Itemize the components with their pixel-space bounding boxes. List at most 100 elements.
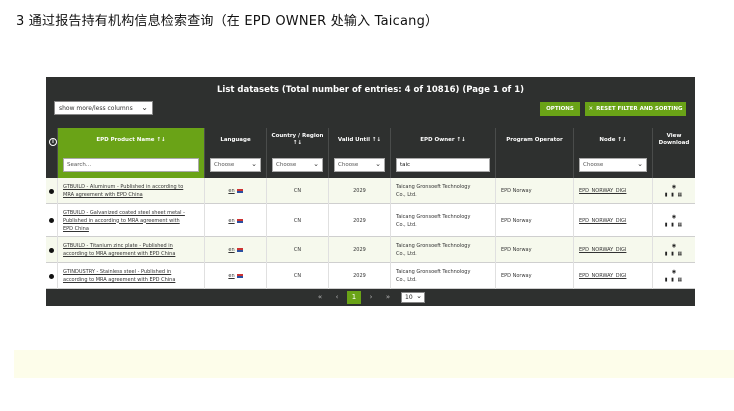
node-link[interactable]: EPD_NORWAY_DIGI (574, 204, 653, 237)
download-icons[interactable]: ▮ ▮ ▦ (665, 222, 683, 228)
country-cell: CN (267, 204, 329, 237)
row-select-radio[interactable] (46, 178, 58, 204)
reset-filter-button[interactable]: ✕ RESET FILTER AND SORTING (585, 102, 686, 116)
row-select-radio[interactable] (46, 263, 58, 289)
column-product-name-label: EPD Product Name ↑↓ (96, 137, 166, 143)
column-node-label: Node ↑↓ (599, 137, 627, 143)
chevron-down-icon: ⌄ (637, 160, 643, 168)
eye-icon[interactable]: ◉ (672, 243, 676, 249)
chevron-down-icon: ⌄ (313, 160, 319, 168)
node-link[interactable]: EPD_NORWAY_DIGI (574, 178, 653, 204)
valid-until-cell: 2029 (329, 237, 391, 263)
valid-until-cell: 2029 (329, 263, 391, 289)
country-cell: CN (267, 263, 329, 289)
country-select[interactable]: Choose ⌄ (272, 158, 323, 172)
language-cell[interactable]: en (205, 237, 267, 263)
options-button[interactable]: OPTIONS (540, 102, 580, 116)
column-language[interactable]: Language Choose ⌄ (205, 128, 267, 178)
owner-cell: Taicang Gronsoeft Technology Co., Ltd. (391, 204, 496, 237)
column-language-label: Language (220, 137, 251, 143)
owner-cell: Taicang Gronsoeft Technology Co., Ltd. (391, 263, 496, 289)
language-select[interactable]: Choose ⌄ (210, 158, 261, 172)
page-heading: 3 通过报告持有机构信息检索查询（在 EPD OWNER 处输入 Taicang… (16, 14, 439, 29)
column-toggle-select[interactable]: show more/less columns ⌄ (54, 101, 153, 115)
prev-page-button[interactable]: ‹ (330, 291, 344, 304)
valid-until-cell: 2029 (329, 204, 391, 237)
reset-filter-label: RESET FILTER AND SORTING (596, 106, 683, 112)
table-header: i EPD Product Name ↑↓ Search... Language… (46, 128, 695, 178)
uk-flag-icon (236, 274, 243, 278)
operator-cell: EPD Norway (496, 237, 574, 263)
product-search-input[interactable]: Search... (63, 158, 199, 172)
eye-icon[interactable]: ◉ (672, 214, 676, 220)
column-valid-until[interactable]: Valid Until ↑↓ Choose ⌄ (329, 128, 391, 178)
table-row[interactable]: GTINDUSTRY - Stainless steel - Published… (46, 263, 695, 289)
download-cell: ◉ ▮ ▮ ▦ (653, 263, 695, 289)
column-product-name[interactable]: EPD Product Name ↑↓ Search... (58, 128, 205, 178)
chevron-down-icon: ⌄ (375, 160, 381, 168)
page-size-select[interactable]: 10 ⌄ (401, 292, 425, 303)
country-cell: CN (267, 178, 329, 204)
owner-cell: Taicang Gronsoeft Technology Co., Ltd. (391, 237, 496, 263)
owner-filter-input[interactable]: taic (396, 158, 490, 172)
uk-flag-icon (236, 218, 243, 223)
current-page-button[interactable]: 1 (347, 291, 361, 304)
download-cell: ◉ ▮ ▮ ▦ (653, 204, 695, 237)
pagination: « ‹ 1 › » 10 ⌄ (46, 289, 695, 306)
column-country[interactable]: Country / Region ↑↓ Choose ⌄ (267, 128, 329, 178)
column-program-operator: Program Operator (496, 128, 574, 178)
product-name-link[interactable]: GTBUILD - Titanium zinc plate - Publishe… (58, 237, 205, 263)
eye-icon[interactable]: ◉ (672, 184, 676, 190)
operator-cell: EPD Norway (496, 263, 574, 289)
uk-flag-icon (236, 189, 243, 193)
column-country-label: Country / Region ↑↓ (271, 133, 324, 146)
datasets-panel: List datasets (Total number of entries: … (46, 77, 695, 306)
row-select-radio[interactable] (46, 237, 58, 263)
product-name-link[interactable]: GTBUILD - Aluminum - Published in accord… (58, 178, 205, 204)
chevron-down-icon: ⌄ (141, 103, 148, 112)
node-link[interactable]: EPD_NORWAY_DIGI (574, 263, 653, 289)
close-icon: ✕ (588, 106, 594, 112)
first-page-button[interactable]: « (313, 291, 327, 304)
column-view-download: View Download (653, 128, 695, 178)
last-page-button[interactable]: » (381, 291, 395, 304)
valid-until-cell: 2029 (329, 178, 391, 204)
download-icons[interactable]: ▮ ▮ ▦ (665, 251, 683, 257)
column-epd-owner-label: EPD Owner ↑↓ (420, 137, 466, 143)
language-cell[interactable]: en (205, 263, 267, 289)
table-row[interactable]: GTBUILD - Aluminum - Published in accord… (46, 178, 695, 204)
column-epd-owner[interactable]: EPD Owner ↑↓ taic (391, 128, 496, 178)
language-cell[interactable]: en (205, 178, 267, 204)
language-cell[interactable]: en (205, 204, 267, 237)
chevron-down-icon: ⌄ (251, 160, 257, 168)
download-icons[interactable]: ▮ ▮ ▦ (665, 192, 683, 198)
column-toggle-label: show more/less columns (59, 105, 133, 112)
download-cell: ◉ ▮ ▮ ▦ (653, 237, 695, 263)
column-node[interactable]: Node ↑↓ Choose ⌄ (574, 128, 653, 178)
list-title: List datasets (Total number of entries: … (216, 85, 524, 95)
chevron-down-icon: ⌄ (416, 292, 422, 300)
uk-flag-icon (236, 248, 243, 252)
download-cell: ◉ ▮ ▮ ▦ (653, 178, 695, 204)
operator-cell: EPD Norway (496, 178, 574, 204)
operator-cell: EPD Norway (496, 204, 574, 237)
info-icon[interactable]: i (49, 138, 57, 146)
table-row[interactable]: GTBUILD - Galvanized coated steel sheet … (46, 204, 695, 237)
info-column: i (46, 128, 58, 178)
product-name-link[interactable]: GTBUILD - Galvanized coated steel sheet … (58, 204, 205, 237)
valid-until-select[interactable]: Choose ⌄ (334, 158, 385, 172)
node-select[interactable]: Choose ⌄ (579, 158, 647, 172)
table-row[interactable]: GTBUILD - Titanium zinc plate - Publishe… (46, 237, 695, 263)
column-valid-until-label: Valid Until ↑↓ (337, 137, 382, 143)
eye-icon[interactable]: ◉ (672, 269, 676, 275)
node-link[interactable]: EPD_NORWAY_DIGI (574, 237, 653, 263)
row-select-radio[interactable] (46, 204, 58, 237)
column-program-operator-label: Program Operator (506, 137, 563, 143)
footer-band (14, 350, 734, 378)
column-view-download-label: View Download (658, 133, 690, 146)
product-name-link[interactable]: GTINDUSTRY - Stainless steel - Published… (58, 263, 205, 289)
download-icons[interactable]: ▮ ▮ ▦ (665, 277, 683, 283)
country-cell: CN (267, 237, 329, 263)
next-page-button[interactable]: › (364, 291, 378, 304)
owner-cell: Taicang Gronsoeft Technology Co., Ltd. (391, 178, 496, 204)
